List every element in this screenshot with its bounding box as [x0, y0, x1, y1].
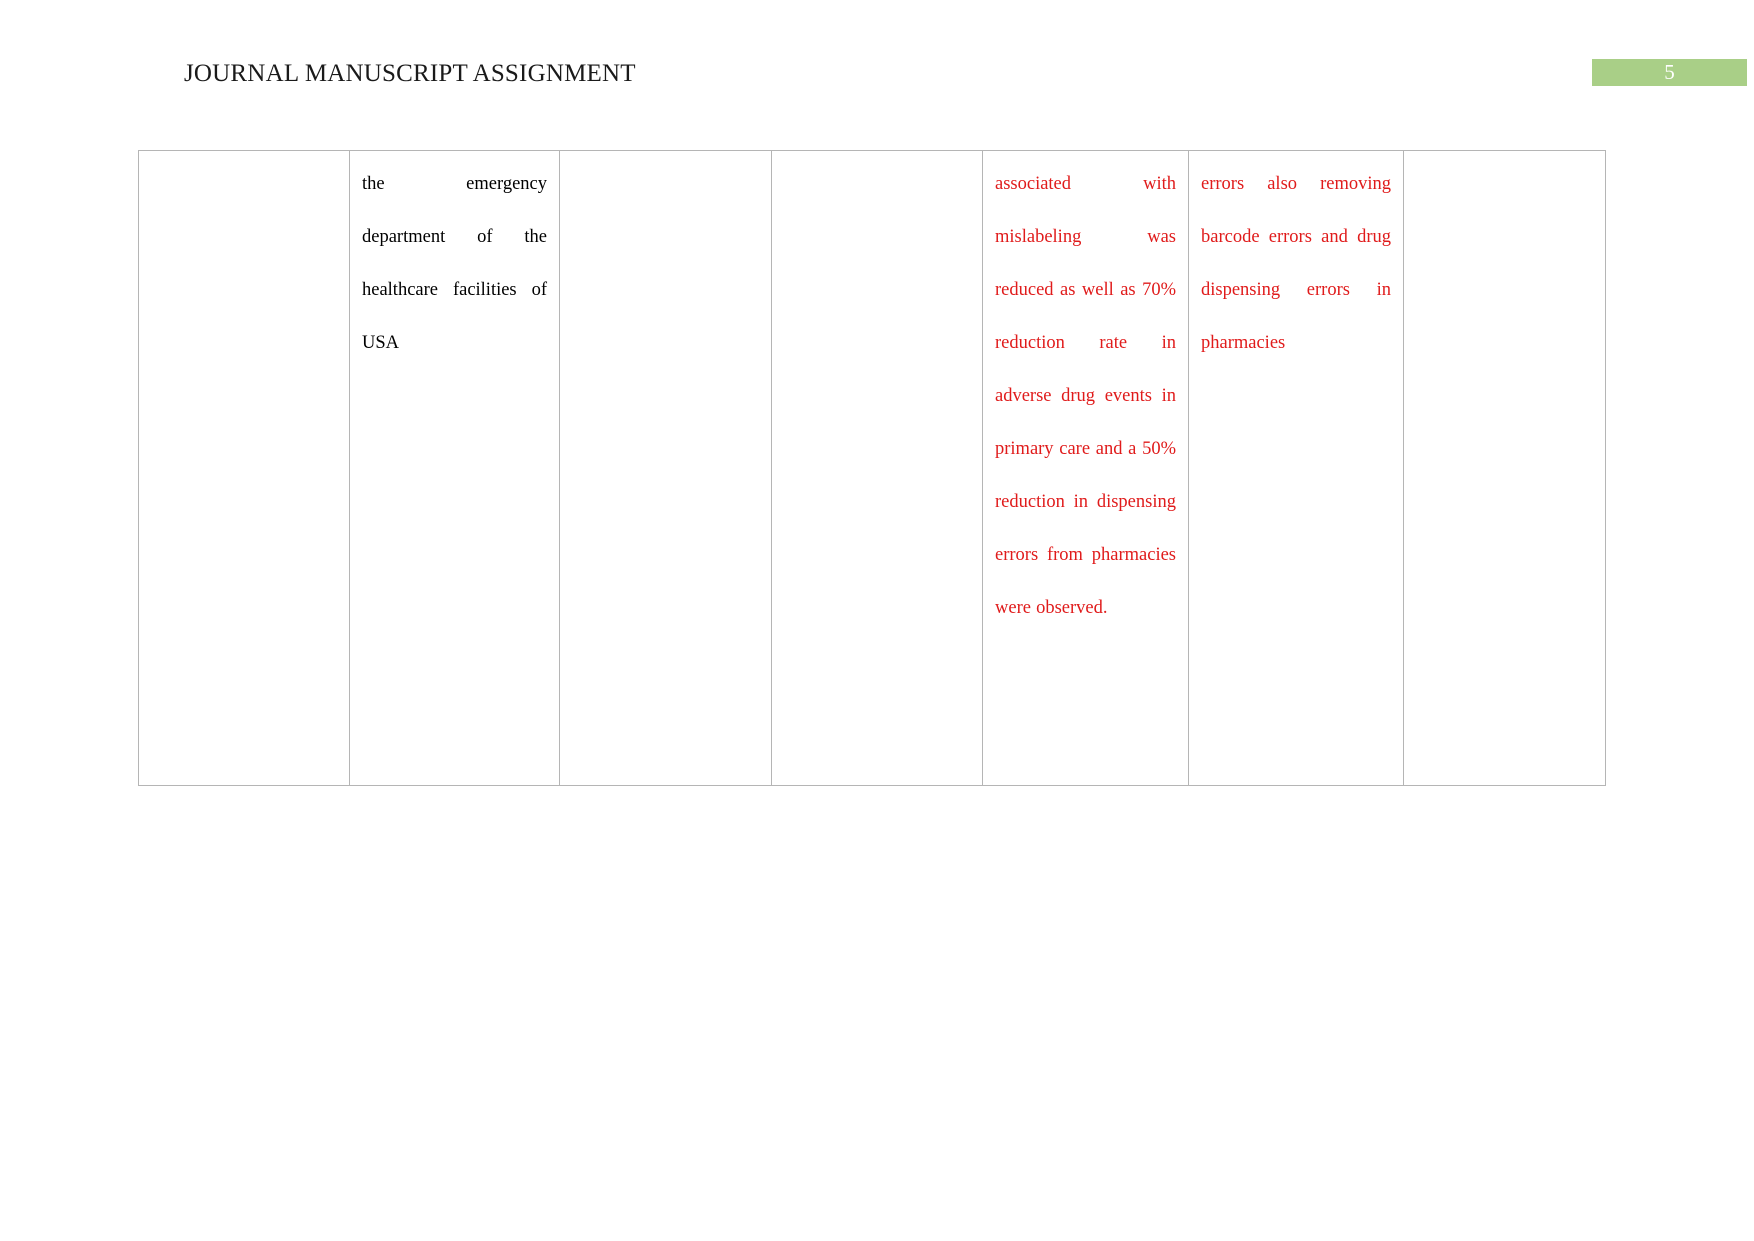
table-cell-1 — [138, 150, 350, 786]
table-cell-3 — [559, 150, 772, 786]
document-page: JOURNAL MANUSCRIPT ASSIGNMENT 5 the emer… — [0, 0, 1754, 1241]
table-cell-6-text: errors also removing barcode errors and … — [1201, 174, 1391, 353]
table-cell-4 — [771, 150, 983, 786]
table-cell-5-text: associated with mislabeling was reduced … — [995, 174, 1176, 618]
table-cell-3-text — [560, 151, 771, 168]
content-table: the emergency department of the healthca… — [138, 150, 1606, 786]
table-cell-1-text — [139, 151, 349, 168]
page-number-badge: 5 — [1592, 59, 1747, 86]
table-cell-2: the emergency department of the healthca… — [349, 150, 560, 786]
table-cell-7-text — [1404, 151, 1605, 168]
table-cell-4-text — [772, 151, 982, 168]
table-row: the emergency department of the healthca… — [138, 150, 1606, 786]
table-cell-6: errors also removing barcode errors and … — [1188, 150, 1404, 786]
table-cell-5: associated with mislabeling was reduced … — [982, 150, 1189, 786]
table-cell-2-text: the emergency department of the healthca… — [362, 174, 547, 353]
page-title: JOURNAL MANUSCRIPT ASSIGNMENT — [184, 60, 636, 87]
table-cell-7 — [1403, 150, 1606, 786]
page-header: JOURNAL MANUSCRIPT ASSIGNMENT 5 — [0, 58, 1754, 98]
